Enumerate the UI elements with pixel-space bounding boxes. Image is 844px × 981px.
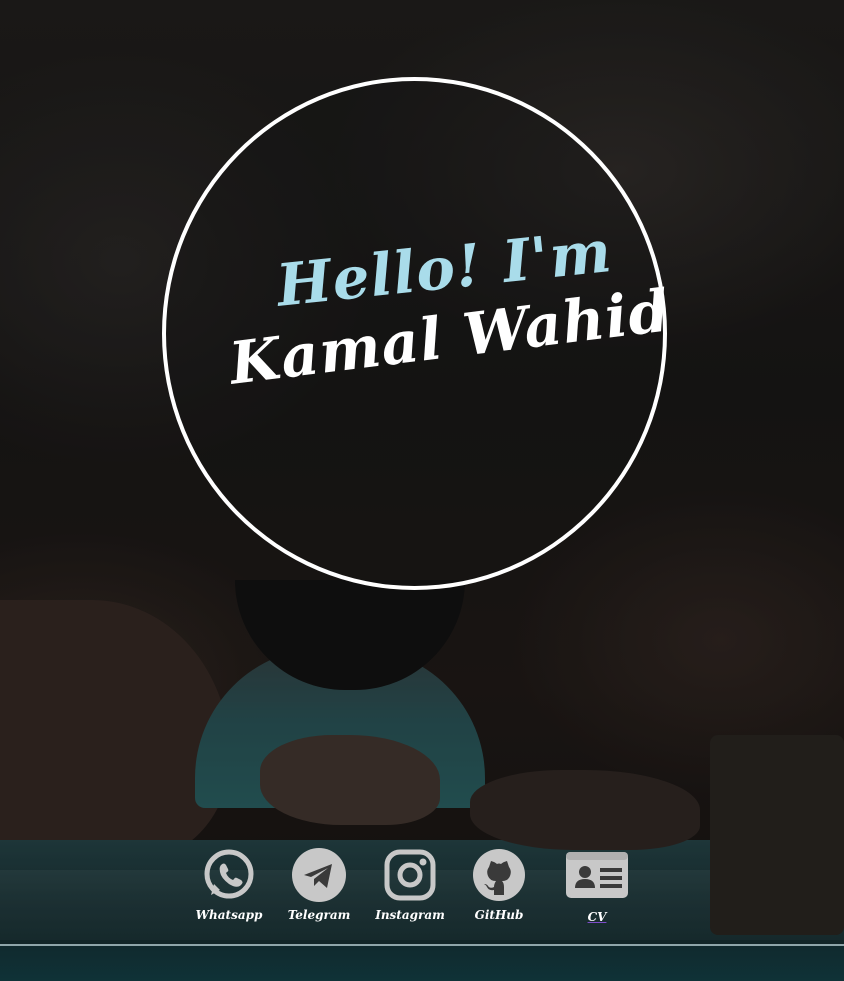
github-icon (473, 849, 525, 901)
telegram-label: Telegram (287, 908, 351, 922)
github-label: GitHub (474, 908, 524, 922)
telegram-link[interactable]: Telegram (287, 848, 351, 922)
whatsapp-icon (204, 849, 254, 899)
social-links: Whatsapp Telegram Instagram GitHub CV (0, 848, 844, 928)
whatsapp-link[interactable]: Whatsapp (196, 848, 262, 922)
instagram-link[interactable]: Instagram (375, 848, 445, 922)
id-card-icon (566, 852, 628, 898)
telegram-icon (292, 848, 346, 902)
cv-label: CV (587, 910, 607, 924)
cv-link[interactable]: CV (562, 848, 632, 924)
bottom-band (0, 946, 844, 981)
instagram-label: Instagram (375, 908, 445, 922)
github-link[interactable]: GitHub (469, 848, 529, 922)
instagram-icon (384, 849, 436, 901)
whatsapp-label: Whatsapp (195, 908, 263, 922)
hero-circle (162, 77, 667, 590)
